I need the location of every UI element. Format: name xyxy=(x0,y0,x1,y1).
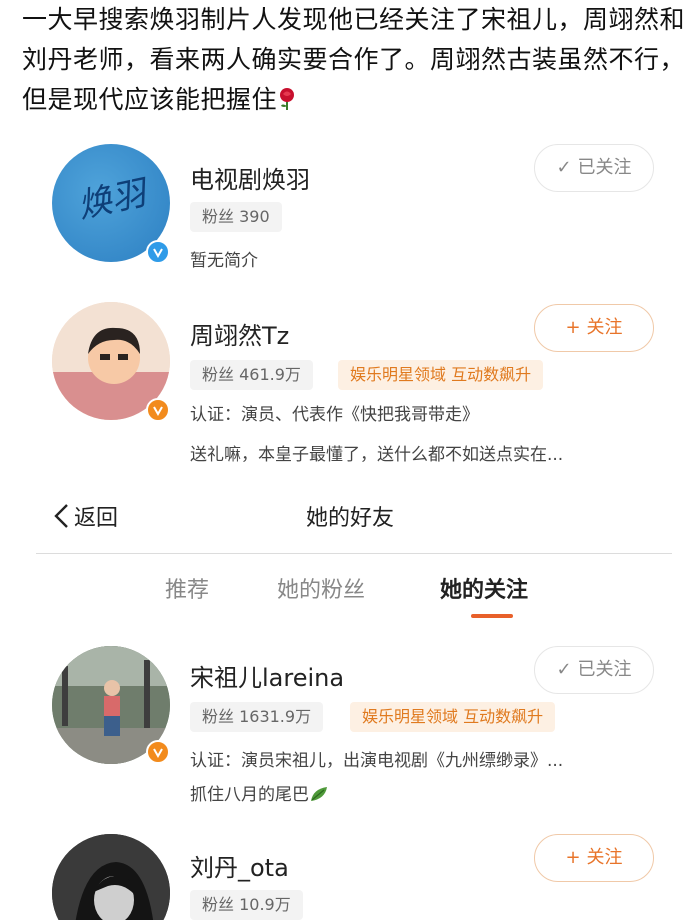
followed-button[interactable]: ✓ 已关注 xyxy=(534,646,654,694)
account-name[interactable]: 刘丹_ota xyxy=(190,848,289,883)
page-title: 她的好友 xyxy=(305,506,394,531)
fans-count: 粉丝 10.9万 xyxy=(190,890,303,920)
account-verification: 认证：演员、代表作《快把我哥带走》 xyxy=(190,405,479,425)
avatar-logo-text: 焕羽 xyxy=(74,173,150,227)
verified-badge-icon xyxy=(146,740,170,764)
active-tab-indicator xyxy=(471,614,513,618)
plus-icon: + xyxy=(565,847,581,868)
plus-icon: + xyxy=(565,317,581,338)
rose-icon xyxy=(277,83,297,110)
account-bio: 抓住八月的尾巴 xyxy=(190,780,329,805)
account-bio-text: 抓住八月的尾巴 xyxy=(190,785,309,805)
tab-her-following[interactable]: 她的关注 xyxy=(440,572,528,604)
post-caption-text: 一大早搜索焕羽制片人发现他已经关注了宋祖儿，周翊然和刘丹老师，看来两人确实要合作… xyxy=(22,5,686,114)
trending-tag: 娱乐明星领域 互动数飙升 xyxy=(350,702,556,732)
tab-her-fans[interactable]: 她的粉丝 xyxy=(277,572,365,604)
account-bio: 暂无简介 xyxy=(190,251,258,271)
account-name[interactable]: 电视剧焕羽 xyxy=(190,160,310,195)
follow-button-label: 关注 xyxy=(586,317,623,338)
friends-tabs: 推荐 她的粉丝 她的关注 xyxy=(0,568,700,628)
tab-recommend[interactable]: 推荐 xyxy=(165,572,209,604)
check-icon: ✓ xyxy=(556,659,572,680)
post-caption: 一大早搜索焕羽制片人发现他已经关注了宋祖儿，周翊然和刘丹老师，看来两人确实要合作… xyxy=(22,0,692,126)
follow-button[interactable]: + 关注 xyxy=(534,834,654,882)
account-card-liudan[interactable]: 刘丹_ota 粉丝 10.9万 + 关注 xyxy=(0,830,700,920)
followed-button[interactable]: ✓ 已关注 xyxy=(534,144,654,192)
verified-badge-icon xyxy=(146,240,170,264)
account-verification: 认证：演员宋祖儿，出演电视剧《九州缥缈录》... xyxy=(190,751,564,771)
account-name[interactable]: 周翊然Tz xyxy=(190,316,289,351)
followed-button-label: 已关注 xyxy=(577,157,632,178)
account-card-huanyu[interactable]: 焕羽 电视剧焕羽 粉丝 390 暂无简介 ✓ 已关注 xyxy=(0,140,700,290)
verified-badge-icon xyxy=(146,398,170,422)
follow-button[interactable]: + 关注 xyxy=(534,304,654,352)
account-bio: 送礼嘛，本皇子最懂了，送什么都不如送点实在... xyxy=(190,445,564,465)
account-card-zhouyiran[interactable]: 周翊然Tz 粉丝 461.9万 娱乐明星领域 互动数飙升 认证：演员、代表作《快… xyxy=(0,300,700,480)
account-name[interactable]: 宋祖儿lareina xyxy=(190,658,344,693)
leaf-icon xyxy=(309,785,329,803)
fans-count: 粉丝 390 xyxy=(190,202,282,232)
check-icon: ✓ xyxy=(556,157,572,178)
divider xyxy=(36,553,672,554)
followed-button-label: 已关注 xyxy=(577,659,632,680)
follow-button-label: 关注 xyxy=(586,847,623,868)
trending-tag: 娱乐明星领域 互动数飙升 xyxy=(338,360,544,390)
fans-count: 粉丝 461.9万 xyxy=(190,360,313,390)
avatar[interactable] xyxy=(52,834,170,920)
navigation-bar: 返回 她的好友 xyxy=(0,486,700,548)
account-card-songzuer[interactable]: 宋祖儿lareina 粉丝 1631.9万 娱乐明星领域 互动数飙升 认证：演员… xyxy=(0,642,700,812)
fans-count: 粉丝 1631.9万 xyxy=(190,702,324,732)
